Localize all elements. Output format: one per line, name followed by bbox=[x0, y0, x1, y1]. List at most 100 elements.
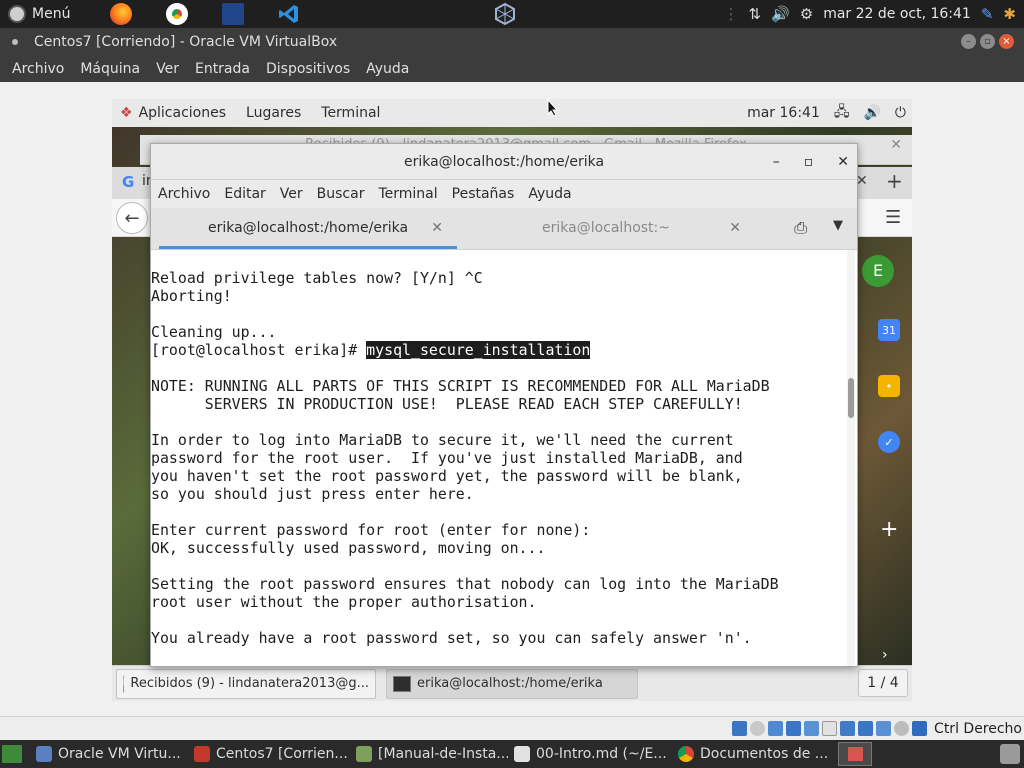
keep-icon[interactable]: • bbox=[878, 375, 900, 397]
calendar-icon[interactable]: 31 bbox=[878, 319, 900, 341]
vbox-menu-ver[interactable]: Ver bbox=[148, 61, 187, 77]
terminal-line: In order to log into MariaDB to secure i… bbox=[151, 431, 734, 449]
host-datetime[interactable]: mar 22 de oct, 16:41 bbox=[823, 6, 971, 22]
terminal-line: root user without the proper authorisati… bbox=[151, 593, 537, 611]
guest-menu-places[interactable]: Lugares bbox=[240, 105, 307, 121]
terminal-minimize-button[interactable]: – bbox=[773, 144, 780, 180]
tab-close-icon[interactable]: ✕ bbox=[431, 208, 443, 248]
tabs-dropdown-icon[interactable]: ▼ bbox=[833, 218, 843, 233]
terminal-output[interactable]: Reload privilege tables now? [Y/n] ^C Ab… bbox=[151, 250, 847, 666]
shared-folders-icon[interactable] bbox=[822, 721, 838, 736]
guest-menu-applications[interactable]: Aplicaciones bbox=[133, 105, 232, 121]
guest-task-terminal[interactable]: erika@localhost:/home/erika bbox=[386, 668, 638, 699]
host-key-label[interactable]: Ctrl Derecho bbox=[934, 721, 1022, 737]
host-task-editor[interactable]: 00-Intro.md (~/E... bbox=[508, 741, 672, 767]
hard-disk-icon[interactable] bbox=[732, 721, 748, 736]
pen-tool-icon[interactable]: ✎ bbox=[981, 0, 994, 28]
minimize-button[interactable]: – bbox=[961, 34, 976, 49]
vbox-menu-dispositivos[interactable]: Dispositivos bbox=[258, 61, 358, 77]
guest-clock[interactable]: mar 16:41 bbox=[747, 105, 820, 121]
close-button[interactable]: × bbox=[999, 34, 1014, 49]
gnome-foot-icon: ❖ bbox=[120, 105, 133, 121]
volume-icon[interactable]: 🔊 bbox=[771, 0, 790, 28]
terminal-tab-1[interactable]: erika@localhost:/home/erika ✕ bbox=[159, 208, 457, 249]
vbox-menu-ayuda[interactable]: Ayuda bbox=[358, 61, 417, 77]
terminal-tab-2-label: erika@localhost:~ bbox=[542, 220, 670, 236]
terminal-titlebar[interactable]: erika@localhost:/home/erika – ▫ ✕ bbox=[151, 144, 857, 180]
host-task-files[interactable]: [Manual-de-Insta... bbox=[350, 741, 508, 767]
network-icon[interactable] bbox=[786, 721, 802, 736]
settings-gear-icon[interactable]: ⚙ bbox=[800, 0, 813, 28]
maximize-button[interactable]: ▫ bbox=[980, 34, 995, 49]
back-arrow-icon[interactable]: ← bbox=[116, 202, 148, 234]
vbox-titlebar[interactable]: Centos7 [Corriendo] - Oracle VM VirtualB… bbox=[0, 28, 1024, 56]
host-task-chrome[interactable]: Documentos de ... bbox=[672, 741, 834, 767]
host-menu-label: Menú bbox=[32, 6, 71, 22]
show-desktop-icon[interactable] bbox=[2, 745, 22, 763]
optical-drive-icon[interactable] bbox=[750, 721, 766, 736]
terminal-menu-ver[interactable]: Ver bbox=[273, 186, 310, 202]
add-addon-icon[interactable]: + bbox=[880, 517, 898, 542]
vbox-menu-archivo[interactable]: Archivo bbox=[4, 61, 72, 77]
display-icon[interactable] bbox=[840, 721, 856, 736]
firefox-icon bbox=[110, 3, 133, 25]
host-menu-button[interactable]: Menú bbox=[0, 0, 78, 28]
guest-volume-icon[interactable]: 🔊 bbox=[863, 105, 880, 121]
vbox-menu-maquina[interactable]: Máquina bbox=[72, 61, 148, 77]
terminal-line: you haven't set the root password yet, t… bbox=[151, 467, 743, 485]
guest-menu-terminal[interactable]: Terminal bbox=[315, 105, 386, 121]
folder-icon bbox=[356, 746, 372, 762]
gmail-avatar[interactable]: E bbox=[862, 255, 894, 287]
terminal-menu-ayuda[interactable]: Ayuda bbox=[521, 186, 578, 202]
slack-icon[interactable]: ✱ bbox=[1003, 0, 1016, 28]
workspace-indicator[interactable]: 1 / 4 bbox=[858, 669, 908, 697]
terminal-maximize-button[interactable]: ▫ bbox=[804, 144, 814, 180]
firefox-close-icon[interactable]: ✕ bbox=[890, 135, 902, 155]
new-tab-icon[interactable]: ⎙ bbox=[794, 218, 807, 238]
mouse-integration-icon[interactable] bbox=[894, 721, 910, 736]
firefox-icon bbox=[123, 674, 125, 693]
ide-icon bbox=[222, 3, 245, 25]
terminal-command-selected[interactable]: mysql_secure_installation bbox=[366, 341, 591, 359]
cpu-icon[interactable] bbox=[876, 721, 892, 736]
terminal-scrollbar[interactable] bbox=[847, 250, 855, 666]
firefox-menu-icon[interactable]: ☰ bbox=[885, 207, 901, 228]
host-task-vbox-manager[interactable]: Oracle VM Virtu... bbox=[30, 741, 188, 767]
vm-window-icon bbox=[194, 746, 210, 762]
workspace-switcher-icon[interactable] bbox=[838, 742, 872, 766]
host-taskbar: Oracle VM Virtu... Centos7 [Corrien... [… bbox=[0, 740, 1024, 768]
calendar-day: 31 bbox=[882, 323, 896, 337]
host-task-centos[interactable]: Centos7 [Corrien... bbox=[188, 741, 350, 767]
terminal-menu-pestanas[interactable]: Pestañas bbox=[445, 186, 522, 202]
guest-power-icon[interactable]: ⏻ bbox=[895, 105, 906, 121]
terminal-menu-buscar[interactable]: Buscar bbox=[310, 186, 372, 202]
tab-close-icon[interactable]: ✕ bbox=[729, 208, 741, 248]
guest-top-panel: ❖ Aplicaciones Lugares Terminal mar 16:4… bbox=[112, 99, 912, 127]
pycharm-launcher[interactable] bbox=[220, 3, 246, 25]
guest-network-icon[interactable]: 🖧 bbox=[834, 101, 850, 125]
vscode-launcher[interactable] bbox=[276, 3, 302, 25]
expand-panel-icon[interactable]: › bbox=[882, 647, 888, 663]
firefox-launcher[interactable] bbox=[108, 3, 134, 25]
guest-taskbar: Recibidos (9) - lindanatera2013@g... eri… bbox=[112, 665, 912, 701]
terminal-close-button[interactable]: ✕ bbox=[837, 144, 849, 180]
host-top-panel: Menú ⋮ ⇅ 🔊 ⚙ mar 22 de oct, 16:41 ✎ ✱ bbox=[0, 0, 1024, 28]
terminal-tab-2[interactable]: erika@localhost:~ ✕ bbox=[457, 208, 755, 249]
chrome-launcher[interactable] bbox=[164, 3, 190, 25]
vbox-menu-entrada[interactable]: Entrada bbox=[187, 61, 258, 77]
terminal-menu-terminal[interactable]: Terminal bbox=[371, 186, 444, 202]
trash-icon[interactable] bbox=[1000, 744, 1020, 764]
terminal-window[interactable]: erika@localhost:/home/erika – ▫ ✕ Archiv… bbox=[150, 143, 858, 667]
guest-task-firefox[interactable]: Recibidos (9) - lindanatera2013@g... bbox=[116, 668, 376, 699]
firefox-new-tab-icon[interactable]: + bbox=[886, 169, 903, 193]
audio-icon[interactable] bbox=[768, 721, 784, 736]
terminal-scrollbar-thumb[interactable] bbox=[848, 378, 854, 418]
terminal-menu-archivo[interactable]: Archivo bbox=[151, 186, 217, 202]
keyboard-capture-icon[interactable] bbox=[912, 721, 928, 736]
usb-icon[interactable] bbox=[804, 721, 820, 736]
terminal-menu-editar[interactable]: Editar bbox=[217, 186, 272, 202]
tasks-icon[interactable]: ✓ bbox=[878, 431, 900, 453]
network-transfer-icon[interactable]: ⇅ bbox=[748, 0, 761, 28]
virtualbox-tray[interactable] bbox=[492, 2, 518, 26]
video-capture-icon[interactable] bbox=[858, 721, 874, 736]
